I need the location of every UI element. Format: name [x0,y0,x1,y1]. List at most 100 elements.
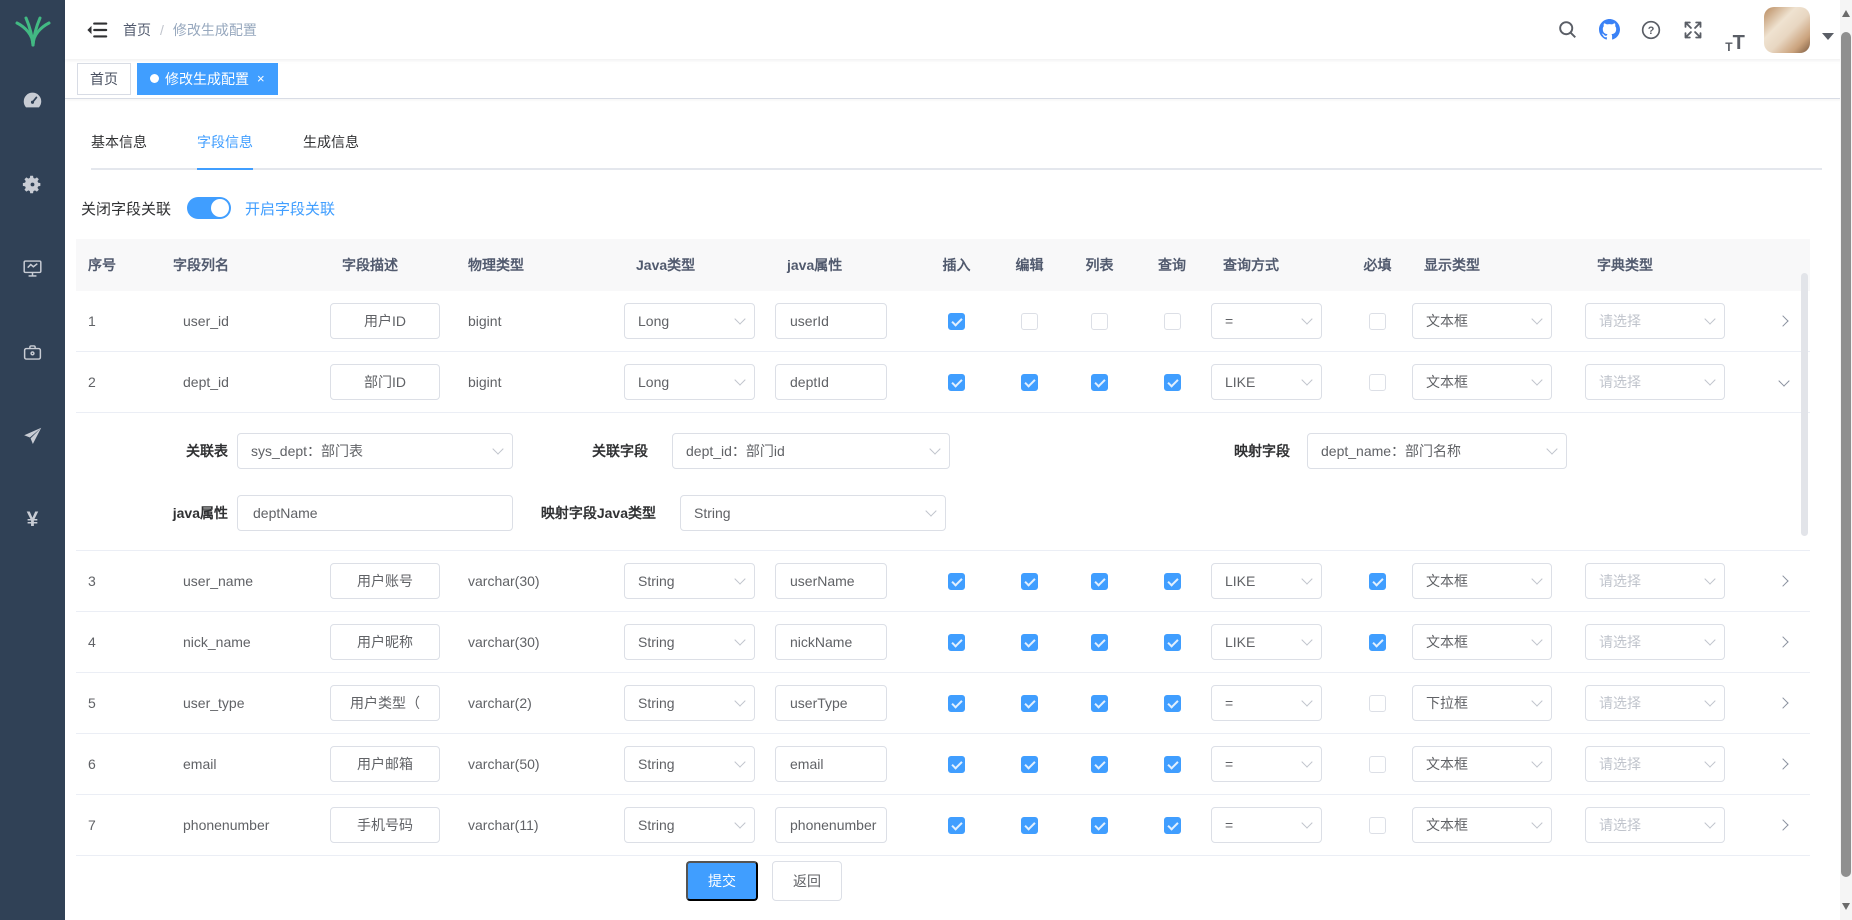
display-type-select[interactable]: 文本框 [1412,624,1552,660]
required-checkbox[interactable] [1369,756,1386,773]
edit-checkbox[interactable] [1021,756,1038,773]
window-scrollbar[interactable] [1840,0,1852,920]
expand-row-button[interactable] [1772,752,1796,776]
association-toggle[interactable] [187,197,231,219]
java-type-select[interactable]: String [624,624,755,660]
column-desc-input[interactable]: 手机号码 [330,807,440,843]
edit-checkbox[interactable] [1021,817,1038,834]
insert-checkbox[interactable] [948,573,965,590]
map-java-type-select[interactable]: String [680,495,946,531]
fullscreen-button[interactable] [1672,7,1714,53]
table-scrollbar[interactable] [1801,273,1808,536]
sidebar-item-system[interactable] [0,164,65,204]
app-logo[interactable] [0,0,65,60]
expand-row-button[interactable] [1772,569,1796,593]
column-desc-input[interactable]: 用户ID [330,303,440,339]
insert-checkbox[interactable] [948,313,965,330]
java-type-select[interactable]: Long [624,303,755,339]
column-desc-input[interactable]: 用户账号 [330,563,440,599]
java-type-select[interactable]: String [624,746,755,782]
tag-active[interactable]: 修改生成配置 × [137,63,278,95]
query-mode-select[interactable]: LIKE [1211,563,1322,599]
tab-generate-info[interactable]: 生成信息 [303,132,359,168]
required-checkbox[interactable] [1369,374,1386,391]
dict-type-select[interactable]: 请选择 [1585,807,1725,843]
list-checkbox[interactable] [1091,756,1108,773]
expand-row-button[interactable] [1772,813,1796,837]
query-mode-select[interactable]: = [1211,807,1322,843]
expand-row-button[interactable] [1772,630,1796,654]
java-type-select[interactable]: String [624,563,755,599]
query-mode-select[interactable]: = [1211,303,1322,339]
java-type-select[interactable]: String [624,685,755,721]
java-field-input[interactable]: userType [775,685,887,721]
sidebar-item-dashboard[interactable] [0,80,65,120]
query-checkbox[interactable] [1164,374,1181,391]
query-checkbox[interactable] [1164,313,1181,330]
query-checkbox[interactable] [1164,695,1181,712]
column-desc-input[interactable]: 用户昵称 [330,624,440,660]
sidebar-item-finance[interactable]: ¥ [0,500,65,540]
java-attr-input[interactable]: deptName [237,495,513,531]
java-type-select[interactable]: String [624,807,755,843]
list-checkbox[interactable] [1091,695,1108,712]
dict-type-select[interactable]: 请选择 [1585,624,1725,660]
display-type-select[interactable]: 文本框 [1412,746,1552,782]
github-button[interactable] [1588,7,1630,53]
edit-checkbox[interactable] [1021,573,1038,590]
insert-checkbox[interactable] [948,634,965,651]
java-field-input[interactable]: userId [775,303,887,339]
map-field-select[interactable]: dept_name：部门名称 [1307,433,1567,469]
edit-checkbox[interactable] [1021,374,1038,391]
query-checkbox[interactable] [1164,817,1181,834]
display-type-select[interactable]: 下拉框 [1412,685,1552,721]
tab-basic-info[interactable]: 基本信息 [91,132,147,168]
user-menu[interactable] [1764,7,1838,53]
query-checkbox[interactable] [1164,573,1181,590]
required-checkbox[interactable] [1369,573,1386,590]
query-checkbox[interactable] [1164,634,1181,651]
expand-row-button[interactable] [1772,370,1796,394]
dict-type-select[interactable]: 请选择 [1585,746,1725,782]
display-type-select[interactable]: 文本框 [1412,364,1552,400]
dict-type-select[interactable]: 请选择 [1585,685,1725,721]
sidebar-item-tool[interactable] [0,332,65,372]
breadcrumb-home[interactable]: 首页 [123,20,151,40]
dict-type-select[interactable]: 请选择 [1585,303,1725,339]
column-desc-input[interactable]: 部门ID [330,364,440,400]
column-desc-input[interactable]: 用户邮箱 [330,746,440,782]
search-button[interactable] [1546,7,1588,53]
scrollbar-thumb[interactable] [1841,32,1851,877]
query-mode-select[interactable]: = [1211,746,1322,782]
edit-checkbox[interactable] [1021,634,1038,651]
column-desc-input[interactable]: 用户类型（ [330,685,440,721]
expand-row-button[interactable] [1772,691,1796,715]
insert-checkbox[interactable] [948,756,965,773]
java-field-input[interactable]: deptId [775,364,887,400]
sidebar-collapse-button[interactable] [77,10,117,50]
tab-field-info[interactable]: 字段信息 [197,132,253,168]
scroll-down-icon[interactable] [1842,903,1850,910]
required-checkbox[interactable] [1369,313,1386,330]
query-mode-select[interactable]: LIKE [1211,624,1322,660]
list-checkbox[interactable] [1091,374,1108,391]
tag-home[interactable]: 首页 [77,63,131,95]
java-field-input[interactable]: nickName [775,624,887,660]
sidebar-item-monitor[interactable] [0,248,65,288]
sidebar-item-deploy[interactable] [0,416,65,456]
assoc-table-select[interactable]: sys_dept：部门表 [237,433,513,469]
edit-checkbox[interactable] [1021,313,1038,330]
insert-checkbox[interactable] [948,374,965,391]
query-mode-select[interactable]: = [1211,685,1322,721]
insert-checkbox[interactable] [948,817,965,834]
dict-type-select[interactable]: 请选择 [1585,563,1725,599]
back-button[interactable]: 返回 [772,861,842,901]
java-type-select[interactable]: Long [624,364,755,400]
list-checkbox[interactable] [1091,313,1108,330]
scroll-up-icon[interactable] [1842,10,1850,17]
edit-checkbox[interactable] [1021,695,1038,712]
dict-type-select[interactable]: 请选择 [1585,364,1725,400]
insert-checkbox[interactable] [948,695,965,712]
display-type-select[interactable]: 文本框 [1412,563,1552,599]
java-field-input[interactable]: email [775,746,887,782]
